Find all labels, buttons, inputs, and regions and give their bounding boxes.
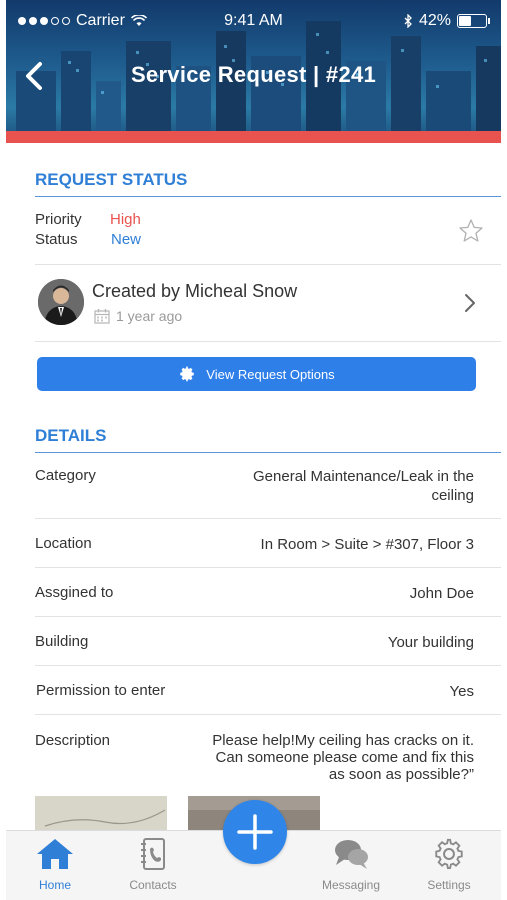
gear-icon [180,366,195,382]
divider [35,567,501,568]
battery-percent: 42% [418,12,451,29]
tab-home-label: Home [38,878,71,892]
category-value-line: General Maintenance/Leak in the [253,468,474,485]
add-request-button[interactable] [223,800,287,864]
time-ago: 1 year ago [116,308,183,324]
category-value-line: ceiling [431,487,474,504]
plus-icon [237,814,273,850]
tab-contacts-label: Contacts [129,878,177,892]
tab-settings[interactable]: Settings [404,837,494,892]
permission-label: Permission to enter [36,682,166,699]
home-icon [37,839,73,869]
created-time: 1 year ago [94,308,182,324]
calendar-icon [94,309,110,324]
battery-icon [457,14,490,28]
chevron-right-icon[interactable] [463,292,477,314]
priority-label: Priority [35,211,82,228]
category-value: General Maintenance/Leak in the ceiling [253,467,474,505]
location-label: Location [35,535,92,552]
divider [35,714,501,715]
gear-icon [435,838,463,869]
description-line: Please help!My ceiling has cracks on it. [212,732,474,749]
creator-name: Created by Micheal Snow [92,281,298,301]
star-icon[interactable] [458,218,484,244]
status-bar: Carrier 9:41 AM 42% [6,0,501,40]
tab-settings-label: Settings [427,878,471,892]
creator-row[interactable] [35,266,501,340]
building-value: Your building [387,634,474,651]
divider [35,341,501,342]
contacts-book-icon [141,838,165,870]
description-label: Description [35,732,111,749]
assigned-to-label: Assgined to [35,584,114,601]
header: Carrier 9:41 AM 42% Service Request | #2… [6,0,501,143]
bluetooth-icon [404,14,412,28]
description-value: Please help!My ceiling has cracks on it.… [212,732,474,783]
status-value: New [111,231,142,248]
divider [35,665,501,666]
details-heading: DETAILS [35,426,501,453]
building-label: Building [35,633,89,650]
divider [35,518,501,519]
permission-value: Yes [449,683,474,700]
request-status-heading: REQUEST STATUS [35,170,501,197]
tab-home[interactable]: Home [10,837,100,892]
view-request-options-label: View Request Options [206,366,335,382]
divider [35,264,501,265]
divider [35,616,501,617]
description-line: as soon as possible?” [328,766,474,783]
view-request-options-button[interactable]: View Request Options [37,357,476,391]
priority-value: High [110,211,141,228]
avatar [38,279,84,325]
status-label: Status [35,231,78,248]
location-value: In Room > Suite > #307, Floor 3 [260,536,474,553]
header-stripe [6,131,501,143]
tab-contacts[interactable]: Contacts [108,837,198,892]
assigned-to-value: John Doe [409,585,474,602]
category-label: Category [35,467,96,484]
chat-bubbles-icon [335,840,368,869]
tab-messaging[interactable]: Messaging [306,837,396,892]
page-title: Service Request | #241 [130,62,377,87]
tab-messaging-label: Messaging [321,878,381,892]
description-line: Can someone please come and fix this [215,749,474,766]
